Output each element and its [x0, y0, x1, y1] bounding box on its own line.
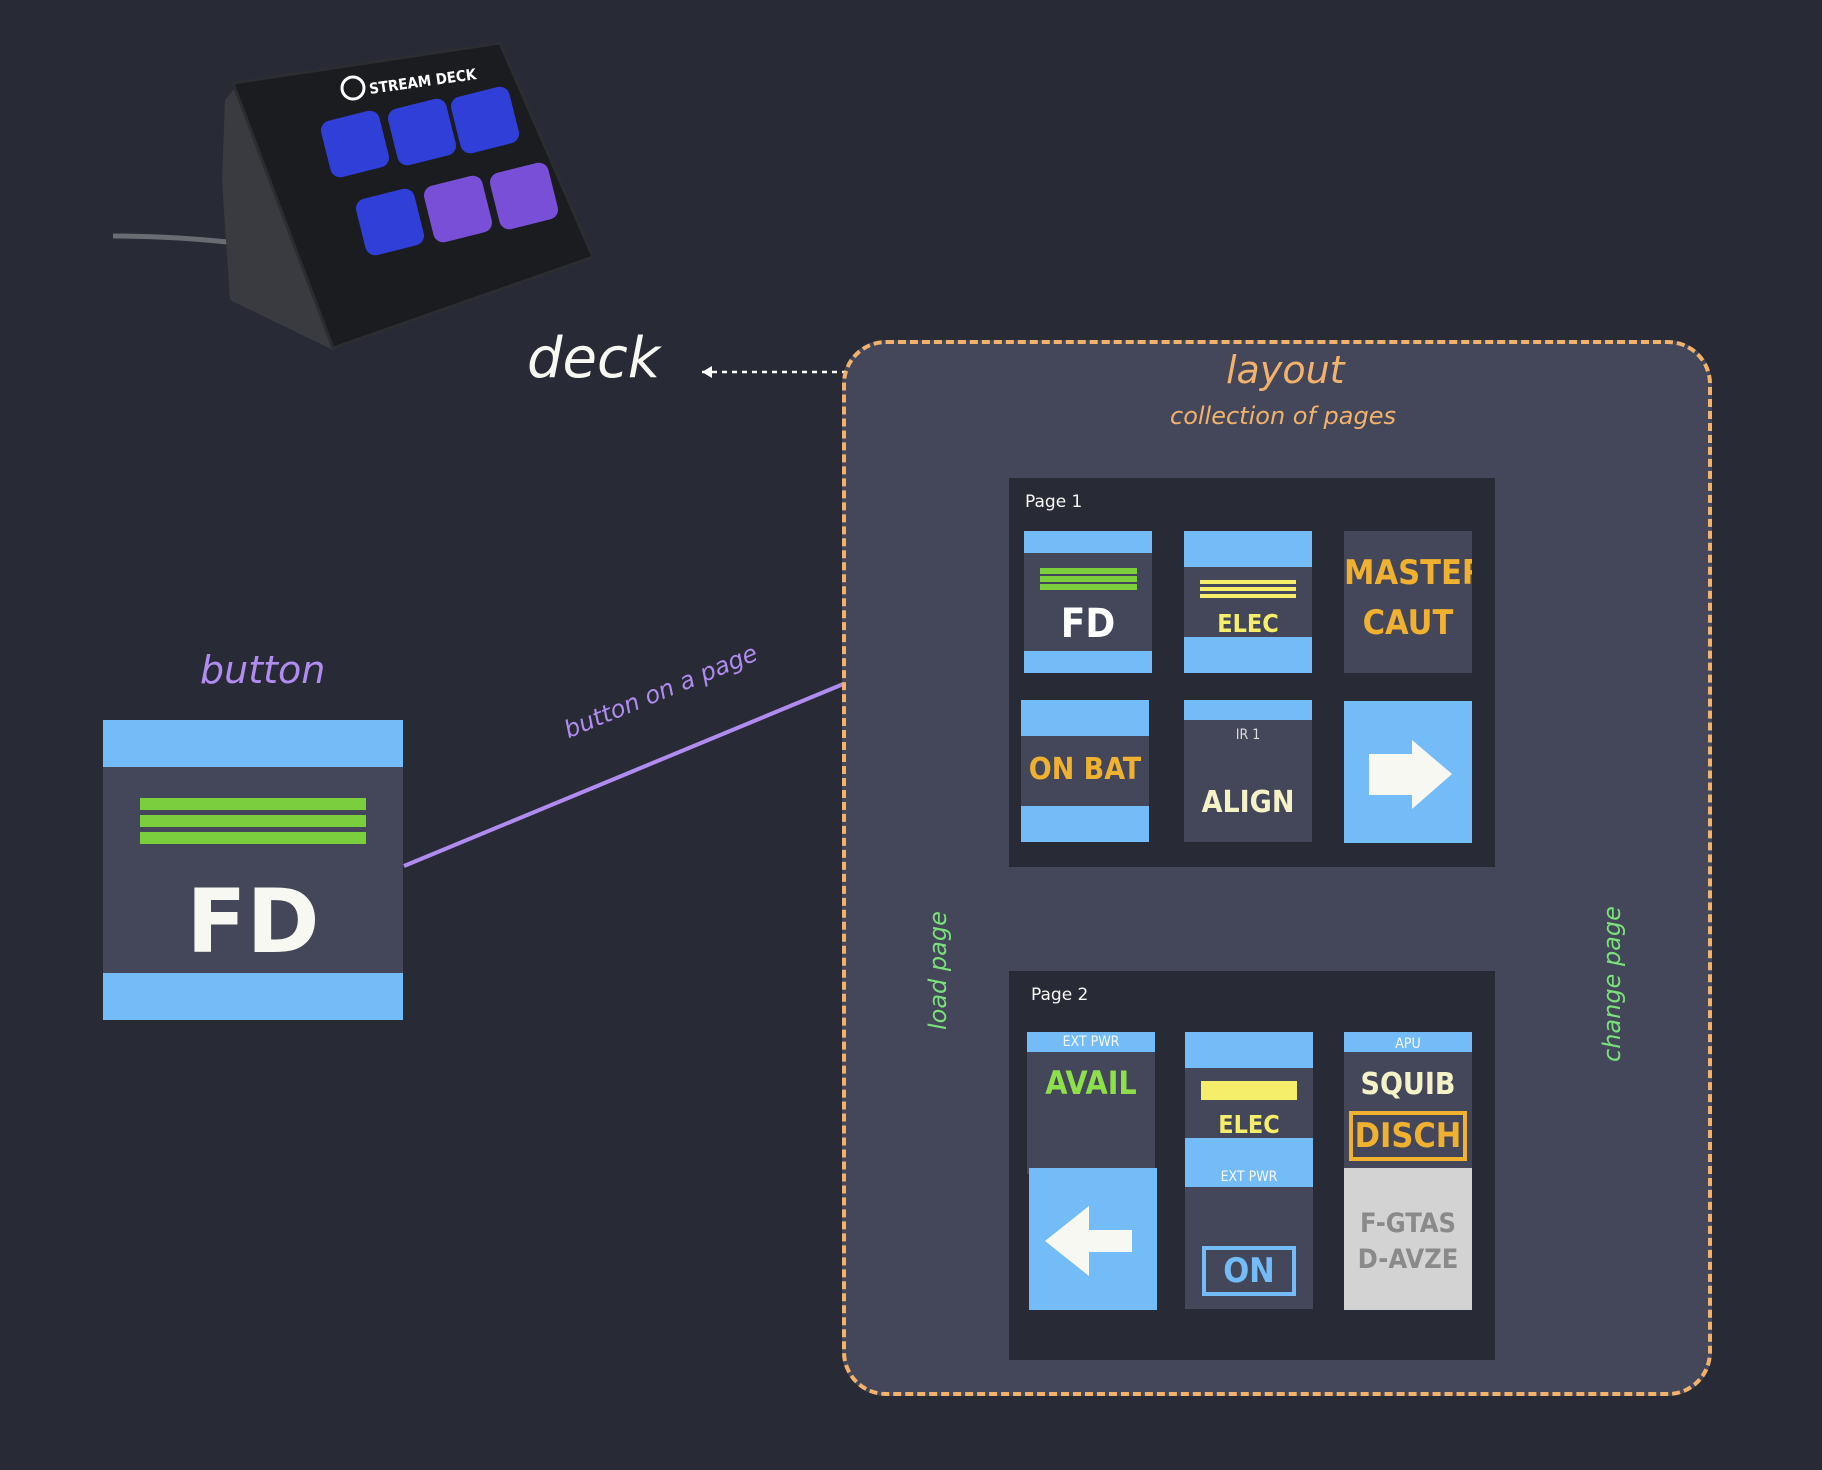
button-subtext: IR 1 — [1235, 727, 1261, 743]
button-text: D-AVZE — [1357, 1244, 1459, 1275]
button-text: ELEC — [1218, 1110, 1280, 1139]
button-label: button — [200, 648, 326, 692]
load-page-label: load page — [924, 911, 952, 1030]
ext-pwr-avail-button[interactable]: EXT PWR AVAIL — [1027, 1032, 1155, 1174]
ext-pwr-on-button[interactable]: EXT PWR ON — [1185, 1167, 1313, 1309]
page-1: Page 1 FD ELEC MASTER CAUT ON BAT IR 1 A… — [1009, 478, 1495, 867]
elec-button[interactable]: ELEC — [1185, 1032, 1313, 1174]
sample-button-text: FD — [186, 870, 320, 973]
button-text: ALIGN — [1201, 785, 1295, 820]
button-subtext: APU — [1395, 1036, 1421, 1052]
status-bars — [140, 798, 366, 844]
button-text: ON BAT — [1028, 752, 1142, 787]
arrow-right-icon — [1369, 740, 1452, 809]
button-text: FD — [1060, 601, 1116, 647]
change-page-label: change page — [1598, 906, 1626, 1062]
button-text: CAUT — [1362, 603, 1454, 643]
button-subtext: EXT PWR — [1062, 1034, 1120, 1050]
layout-subtitle: collection of pages — [1170, 402, 1396, 430]
apu-squib-button[interactable]: APU SQUIB DISCH — [1344, 1032, 1472, 1174]
next-page-button[interactable] — [1344, 701, 1472, 843]
elec-button[interactable]: ELEC — [1184, 531, 1312, 673]
page-2: Page 2 EXT PWR AVAIL ELEC APU SQUIB DISC… — [1009, 971, 1495, 1360]
button-text: F-GTAS — [1359, 1208, 1457, 1239]
on-indicator: ON — [1202, 1246, 1296, 1296]
layout-label: layout — [1226, 348, 1345, 392]
button-text: SQUIB — [1360, 1067, 1456, 1102]
sample-button: FD — [103, 720, 403, 1020]
button-text: ELEC — [1217, 609, 1279, 638]
ir-align-button[interactable]: IR 1 ALIGN — [1184, 700, 1312, 842]
previous-page-button[interactable] — [1029, 1168, 1157, 1310]
button-text: AVAIL — [1045, 1064, 1137, 1102]
fd-button[interactable]: FD — [1024, 531, 1152, 673]
button-text: MASTER — [1344, 553, 1472, 593]
button-subtext: EXT PWR — [1220, 1169, 1278, 1185]
registration-button[interactable]: F-GTAS D-AVZE — [1344, 1168, 1472, 1310]
disch-indicator: DISCH — [1349, 1111, 1467, 1161]
page-title: Page 2 — [1031, 985, 1089, 1005]
page-title: Page 1 — [1025, 492, 1083, 512]
arrow-left-icon — [1045, 1206, 1132, 1276]
on-bat-button[interactable]: ON BAT — [1021, 700, 1149, 842]
master-caut-button[interactable]: MASTER CAUT — [1344, 531, 1472, 673]
